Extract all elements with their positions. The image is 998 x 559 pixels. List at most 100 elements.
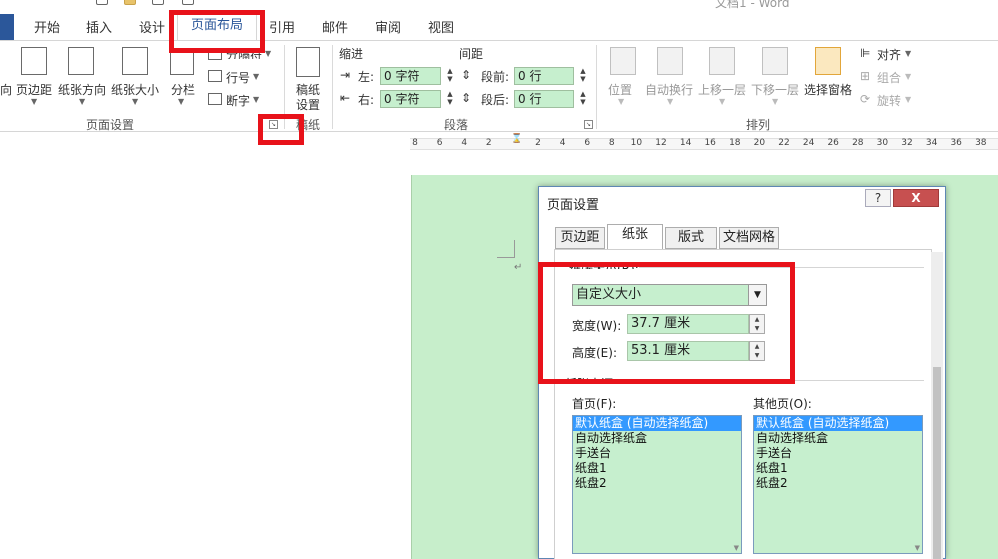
quick-access-icon[interactable]: [152, 0, 164, 5]
list-item[interactable]: 纸盘1: [573, 461, 741, 476]
orientation-button[interactable]: 纸张方向: [58, 81, 106, 98]
line-numbers-button[interactable]: 行号: [226, 69, 250, 86]
horizontal-ruler[interactable]: 8 6 4 2 2 4 6 8 10 12 14 16 18 20 22 24 26 28 30 32 34 36 38 ⌛: [410, 134, 998, 154]
folder-icon[interactable]: [124, 0, 136, 5]
scroll-thumb[interactable]: [933, 367, 941, 559]
scroll-down-icon[interactable]: ▼: [915, 544, 920, 552]
chevron-down-icon: ▼: [253, 95, 260, 104]
ruler-tick-label: 26: [827, 138, 839, 148]
first-page-listbox[interactable]: 默认纸盒 (自动选择纸盒) 自动选择纸盒 手送台 纸盘1 纸盘2 ▼: [572, 415, 742, 554]
list-item[interactable]: 纸盘2: [754, 476, 922, 491]
paper-size-icon: [122, 47, 148, 75]
group-separator: [596, 45, 597, 129]
highlight-page-layout-tab: [169, 10, 265, 53]
indent-marker-icon[interactable]: ⌛: [511, 134, 522, 144]
bring-forward-button[interactable]: 上移一层: [698, 81, 746, 98]
ruler-tick-label: 12: [655, 138, 667, 148]
tab-document-grid[interactable]: 文档网格: [719, 227, 779, 249]
wrap-text-button[interactable]: 自动换行: [645, 81, 693, 98]
help-button[interactable]: ?: [865, 189, 891, 207]
align-icon: ⊫: [860, 46, 871, 60]
dialog-scrollbar[interactable]: [931, 252, 943, 559]
tab-mailings[interactable]: 邮件: [322, 17, 348, 36]
align-button[interactable]: 对齐: [877, 46, 901, 63]
list-item[interactable]: 手送台: [754, 446, 922, 461]
chevron-down-icon: ▼: [905, 49, 912, 58]
ruler-tick-label: 10: [630, 138, 643, 148]
paragraph-dialog-launcher-icon[interactable]: ↘: [584, 120, 593, 129]
ruler-tick-label: 24: [802, 138, 815, 148]
tab-paper[interactable]: 纸张: [607, 224, 663, 250]
tab-layout[interactable]: 版式: [665, 227, 717, 249]
paper-size-button[interactable]: 纸张大小: [111, 81, 159, 98]
tab-margins[interactable]: 页边距: [555, 227, 605, 249]
close-button[interactable]: X: [893, 189, 939, 207]
margin-corner-mark: [497, 240, 515, 258]
ruler-tick-label: 6: [436, 138, 443, 148]
indent-left-label: 左:: [358, 70, 375, 84]
list-item[interactable]: 纸盘2: [573, 476, 741, 491]
group-label-page-setup: 页面设置: [86, 118, 135, 132]
selection-pane-icon: [815, 47, 841, 75]
columns-icon: [170, 51, 194, 75]
chevron-down-icon: ▼: [265, 49, 272, 58]
dialog-title: 页面设置: [547, 198, 600, 213]
position-icon: [610, 47, 636, 75]
tab-review[interactable]: 审阅: [375, 17, 401, 36]
indent-right-input[interactable]: 0 字符: [380, 90, 441, 108]
margins-button[interactable]: 页边距: [16, 81, 52, 98]
spacing-heading: 间距: [459, 47, 484, 61]
manuscript-button-line2[interactable]: 设置: [296, 96, 320, 113]
spacing-before-input[interactable]: 0 行: [514, 67, 574, 85]
spacing-before-icon: ⇕: [461, 68, 472, 82]
selection-pane-button[interactable]: 选择窗格: [804, 81, 852, 98]
ruler-tick-label: 38: [975, 138, 987, 148]
hyphenation-button[interactable]: 断字: [226, 92, 250, 109]
spacing-after-input[interactable]: 0 行: [514, 90, 574, 108]
tab-insert[interactable]: 插入: [86, 17, 112, 36]
highlight-page-setup-launcher: [258, 114, 304, 145]
position-button[interactable]: 位置: [608, 81, 632, 98]
manuscript-icon: [296, 47, 320, 77]
list-item[interactable]: 默认纸盒 (自动选择纸盒): [754, 416, 922, 431]
bring-forward-icon: [709, 47, 735, 75]
tab-view[interactable]: 视图: [428, 17, 454, 36]
columns-button[interactable]: 分栏: [171, 81, 195, 98]
ruler-tick-label: 36: [950, 138, 962, 148]
chevron-down-icon: ▼: [253, 72, 260, 81]
tab-design[interactable]: 设计: [139, 17, 165, 36]
ruler-tick-label: 14: [679, 138, 692, 148]
ruler-tick-label: 4: [559, 138, 566, 148]
wrap-text-icon: [657, 47, 683, 75]
spacing-before-stepper[interactable]: ▲ ▼: [578, 67, 588, 85]
list-item[interactable]: 手送台: [573, 446, 741, 461]
tab-home[interactable]: 开始: [34, 17, 60, 36]
text-direction-button[interactable]: 向: [0, 81, 12, 98]
rotate-button[interactable]: 旋转: [877, 92, 901, 109]
indent-left-input[interactable]: 0 字符: [380, 67, 441, 85]
scroll-down-icon[interactable]: ▼: [734, 544, 739, 552]
indent-right-label: 右:: [358, 93, 375, 107]
quick-access-icon[interactable]: [182, 0, 194, 5]
title-bar: 文档1 - Word: [0, 0, 998, 10]
send-backward-button[interactable]: 下移一层: [751, 81, 799, 98]
chevron-down-icon: ▼: [178, 97, 185, 106]
list-item[interactable]: 自动选择纸盒: [754, 431, 922, 446]
tab-file[interactable]: [0, 14, 14, 40]
list-item[interactable]: 默认纸盒 (自动选择纸盒): [573, 416, 741, 431]
ruler-tick-label: 8: [412, 138, 418, 148]
list-item[interactable]: 纸盘1: [754, 461, 922, 476]
spacing-after-icon: ⇕: [461, 91, 472, 105]
chevron-down-icon: ▼: [772, 97, 779, 106]
rotate-icon: ⟳: [860, 92, 871, 106]
spacing-after-stepper[interactable]: ▲ ▼: [578, 90, 588, 108]
other-pages-listbox[interactable]: 默认纸盒 (自动选择纸盒) 自动选择纸盒 手送台 纸盘1 纸盘2 ▼: [753, 415, 923, 554]
tab-references[interactable]: 引用: [269, 17, 295, 36]
indent-left-stepper[interactable]: ▲ ▼: [445, 67, 455, 85]
indent-heading: 缩进: [339, 47, 364, 61]
print-preview-icon[interactable]: [96, 0, 108, 5]
hyphenation-icon: [208, 93, 222, 105]
indent-right-stepper[interactable]: ▲ ▼: [445, 90, 455, 108]
list-item[interactable]: 自动选择纸盒: [573, 431, 741, 446]
group-button[interactable]: 组合: [877, 69, 901, 86]
